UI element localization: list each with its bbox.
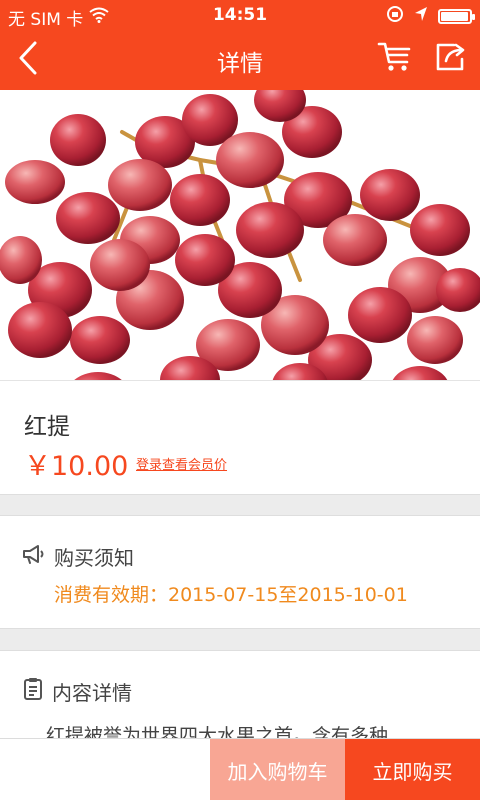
grape bbox=[5, 160, 65, 204]
grape bbox=[236, 202, 304, 258]
grape bbox=[170, 174, 230, 226]
grape bbox=[323, 214, 387, 266]
battery-icon bbox=[438, 9, 475, 24]
cart-icon bbox=[377, 41, 413, 77]
content-details-section: 内容详情 红提被誉为世界四大水果之首。含有多种 bbox=[0, 651, 480, 747]
purchase-notice-title: 购买须知 bbox=[54, 546, 134, 570]
purchase-notice-header: 购买须知 bbox=[22, 542, 134, 571]
status-bar: 无 SIM 卡 14:51 bbox=[0, 0, 480, 30]
buy-now-button[interactable]: 立即购买 bbox=[345, 739, 480, 800]
orientation-lock-icon bbox=[386, 5, 404, 28]
clipboard-icon bbox=[22, 677, 44, 706]
section-divider bbox=[0, 494, 480, 516]
grape bbox=[108, 159, 172, 211]
validity-period: 消费有效期：2015-07-15至2015-10-01 bbox=[54, 584, 408, 606]
bottom-action-bar: 加入购物车 立即购买 bbox=[0, 738, 480, 800]
product-image[interactable] bbox=[0, 90, 480, 380]
grape bbox=[410, 204, 470, 256]
top-bar: 无 SIM 卡 14:51 详情 bbox=[0, 0, 480, 90]
grape bbox=[0, 236, 42, 284]
content-details-title: 内容详情 bbox=[52, 681, 132, 705]
grape bbox=[175, 234, 235, 286]
grape bbox=[70, 316, 130, 364]
nav-bar: 详情 bbox=[0, 30, 480, 90]
grape bbox=[74, 372, 122, 380]
grapes-image bbox=[0, 90, 480, 380]
cart-button[interactable] bbox=[374, 38, 416, 80]
grape bbox=[8, 302, 72, 358]
product-price: ￥10.00 bbox=[24, 451, 129, 482]
grape bbox=[348, 287, 412, 343]
back-arrow-icon bbox=[17, 41, 39, 79]
grape bbox=[360, 169, 420, 221]
grape bbox=[50, 114, 106, 166]
status-right bbox=[386, 5, 475, 28]
product-info: 红提 ￥10.00 登录查看会员价 bbox=[0, 380, 480, 494]
member-price-link[interactable]: 登录查看会员价 bbox=[136, 454, 227, 473]
product-name: 红提 bbox=[24, 414, 70, 440]
share-button[interactable] bbox=[430, 38, 472, 80]
megaphone-icon bbox=[22, 543, 46, 570]
grape bbox=[392, 366, 448, 380]
add-to-cart-button[interactable]: 加入购物车 bbox=[210, 739, 345, 800]
grape bbox=[56, 192, 120, 244]
back-button[interactable] bbox=[8, 36, 48, 84]
location-icon bbox=[414, 6, 428, 27]
share-icon bbox=[434, 41, 468, 77]
grape bbox=[216, 132, 284, 188]
section-divider bbox=[0, 628, 480, 651]
battery-level bbox=[441, 12, 468, 21]
grape bbox=[90, 239, 150, 291]
content-details-header: 内容详情 bbox=[22, 677, 132, 706]
purchase-notice-section: 购买须知 消费有效期：2015-07-15至2015-10-01 bbox=[0, 516, 480, 628]
grape bbox=[407, 316, 463, 364]
